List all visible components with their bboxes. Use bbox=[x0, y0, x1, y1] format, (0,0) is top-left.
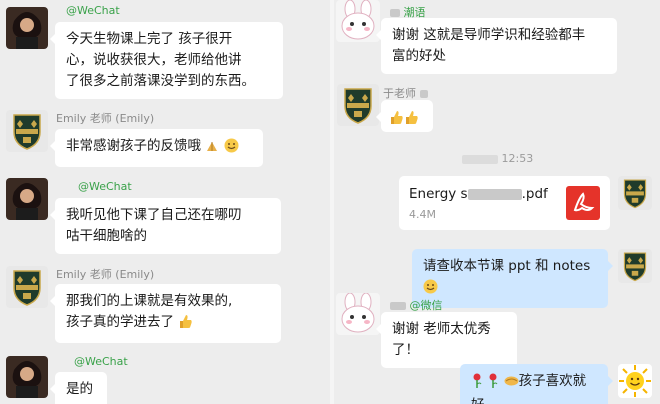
message-bubble[interactable]: 谢谢 这就是导师学识和经验都丰 富的好处 bbox=[376, 18, 617, 74]
pdf-file-icon bbox=[566, 186, 600, 220]
right-chat-panel: 潮语 谢谢 这就是导师学识和经验都丰 富的好处 于老师 12:53 Energy… bbox=[334, 0, 660, 404]
sender-name: @WeChat bbox=[74, 355, 128, 368]
sun-smiley-avatar[interactable] bbox=[618, 364, 652, 398]
message-text: 是的 bbox=[66, 381, 93, 397]
left-chat-panel: @WeChat 今天生物课上完了 孩子很开 心，说收获很大，老师给他讲 了很多之… bbox=[0, 0, 330, 404]
school-crest-avatar[interactable] bbox=[6, 266, 48, 308]
message-bubble[interactable]: 今天生物课上完了 孩子很开 心，说收获很大，老师给他讲 了很多之前落课没学到的东… bbox=[50, 22, 283, 99]
message-line: 我听见他下课了自己还在哪叨 bbox=[66, 207, 242, 223]
message-bubble[interactable]: 谢谢 老师太优秀了！ bbox=[376, 312, 517, 368]
message-bubble[interactable]: 非常感谢孩子的反馈哦 bbox=[50, 129, 263, 167]
message-text: 非常感谢孩子的反馈哦 bbox=[66, 138, 201, 154]
message-line: 了很多之前落课没学到的东西。 bbox=[66, 73, 255, 89]
portrait-avatar[interactable] bbox=[6, 178, 48, 220]
message-line: 今天生物课上完了 孩子很开 bbox=[66, 31, 233, 47]
sender-name: Emily 老师 (Emily) bbox=[56, 268, 155, 281]
file-size: 4.4M bbox=[409, 208, 436, 221]
pdf-file-message[interactable]: Energy s .pdf 4.4M bbox=[399, 176, 610, 230]
message-text: 请查收本节课 ppt 和 notes bbox=[423, 258, 591, 274]
school-crest-avatar[interactable] bbox=[618, 176, 652, 210]
message-bubble[interactable]: 那我们的上课就是有效果的, 孩子真的学进去了 bbox=[50, 284, 281, 343]
message-bubble[interactable]: 是的 bbox=[50, 372, 107, 404]
thumbs-up-emoji-icon bbox=[404, 110, 419, 132]
file-name: Energy s .pdf bbox=[409, 186, 548, 202]
message-bubble[interactable]: 孩子喜欢就好 bbox=[460, 364, 613, 404]
portrait-avatar[interactable] bbox=[6, 7, 48, 49]
folded-hands-emoji-icon bbox=[205, 139, 219, 160]
sender-name: 于老师 bbox=[383, 85, 428, 101]
timestamp: 12:53 bbox=[462, 152, 533, 165]
sender-name: @WeChat bbox=[66, 4, 120, 17]
school-crest-avatar[interactable] bbox=[618, 249, 652, 283]
school-crest-avatar[interactable] bbox=[337, 84, 379, 126]
message-line: 孩子真的学进去了 bbox=[66, 314, 174, 330]
message-line: 那我们的上课就是有效果的, bbox=[66, 293, 233, 309]
bunny-avatar[interactable] bbox=[336, 293, 380, 335]
message-line: 咕干细胞啥的 bbox=[66, 228, 147, 244]
sender-name: @WeChat bbox=[78, 180, 132, 193]
bunny-avatar[interactable] bbox=[336, 0, 380, 42]
sender-name: Emily 老师 (Emily) bbox=[56, 112, 155, 125]
smile-emoji-icon bbox=[224, 138, 239, 160]
message-line: 富的好处 bbox=[392, 48, 446, 64]
message-text: 谢谢 老师太优秀了！ bbox=[392, 321, 491, 358]
rose-emoji-icon bbox=[487, 373, 499, 395]
thumbs-up-emoji-icon bbox=[389, 110, 404, 132]
rose-emoji-icon bbox=[471, 373, 483, 395]
sender-name: @微信 bbox=[390, 297, 443, 313]
portrait-avatar[interactable] bbox=[6, 356, 48, 398]
message-line: 心，说收获很大，老师给他讲 bbox=[66, 52, 242, 68]
message-line: 谢谢 这就是导师学识和经验都丰 bbox=[392, 27, 586, 43]
handshake-emoji-icon bbox=[504, 373, 519, 395]
message-bubble[interactable] bbox=[376, 100, 433, 132]
message-bubble[interactable]: 我听见他下课了自己还在哪叨 咕干细胞啥的 bbox=[50, 198, 281, 254]
thumbs-up-emoji-icon bbox=[178, 314, 193, 336]
school-crest-avatar[interactable] bbox=[6, 110, 48, 152]
